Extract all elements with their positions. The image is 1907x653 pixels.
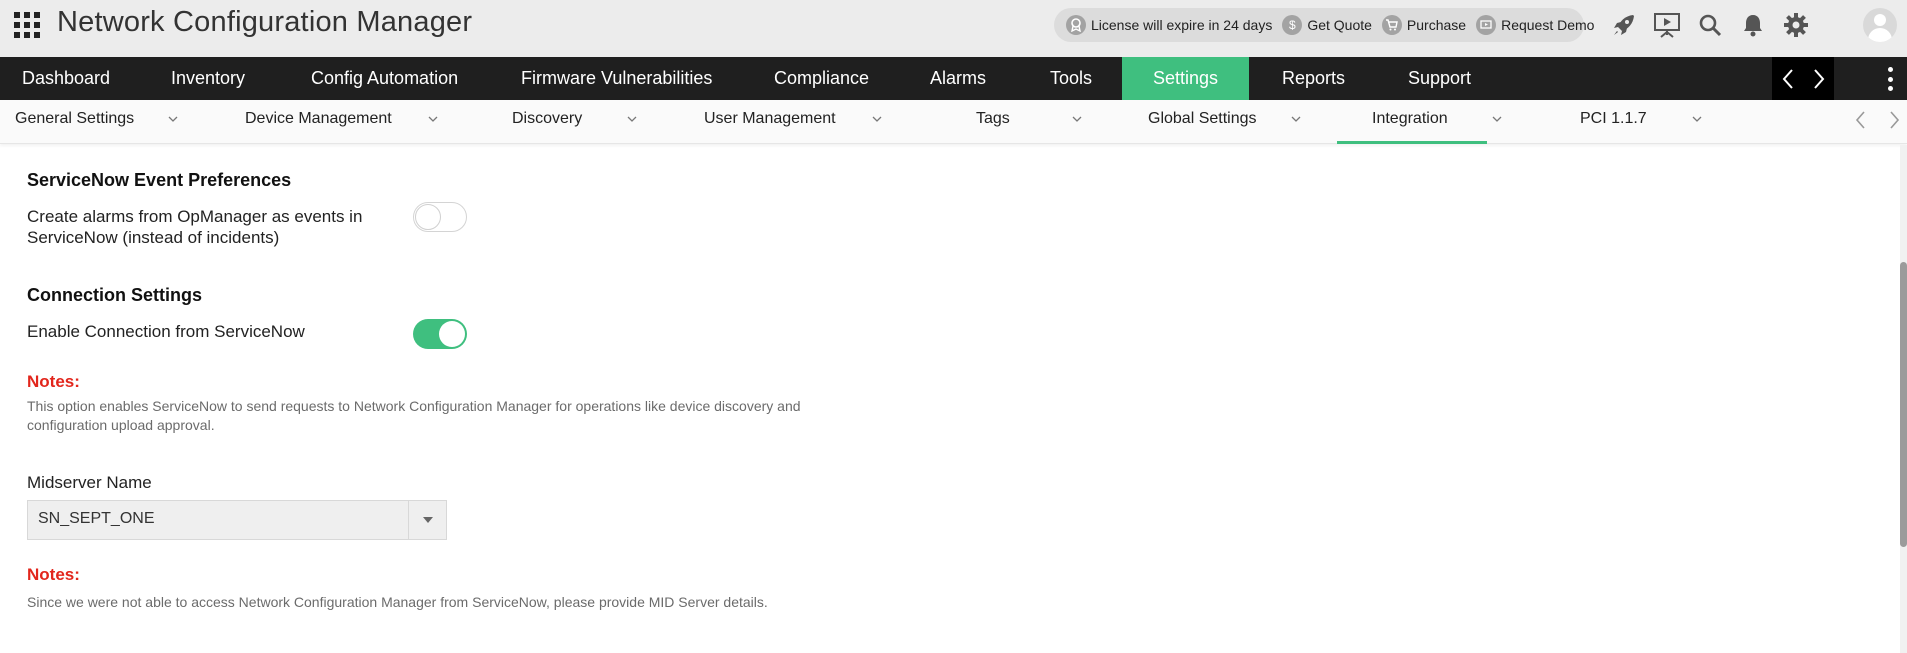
midserver-select[interactable]: SN_SEPT_ONE [27,500,447,540]
subnav-user-management[interactable]: User Management [704,100,836,144]
demo-icon [1476,15,1497,35]
active-tab-indicator [1337,141,1487,144]
gear-icon[interactable] [1774,8,1817,42]
nav-alarms[interactable]: Alarms [930,57,986,100]
subnav-general-settings[interactable]: General Settings [15,100,134,144]
nav-config-automation[interactable]: Config Automation [311,57,458,100]
notes-heading: Notes: [27,565,80,584]
purchase-link[interactable]: Purchase [1381,15,1467,35]
nav-firmware-vulnerabilities[interactable]: Firmware Vulnerabilities [521,57,712,100]
subnav-discovery[interactable]: Discovery [512,100,582,144]
chevron-left-icon[interactable] [1781,68,1795,90]
enable-connection-label: Enable Connection from ServiceNow [27,322,305,341]
request-demo-text: Request Demo [1501,17,1595,33]
nav-scroll-arrows [1772,57,1834,100]
nav-support[interactable]: Support [1408,57,1471,100]
app-grid-icon[interactable] [14,12,40,38]
chevron-down-icon[interactable] [1072,114,1082,124]
integration-content: ServiceNow Event Preferences Create alar… [0,145,1900,653]
cart-icon [1381,15,1402,35]
nav-reports[interactable]: Reports [1282,57,1345,100]
bell-icon[interactable] [1731,8,1774,42]
subnav-tags[interactable]: Tags [976,100,1010,144]
midserver-value: SN_SEPT_ONE [38,510,155,527]
nav-dashboard[interactable]: Dashboard [22,57,110,100]
license-link[interactable]: License will expire in 24 days [1066,15,1272,35]
event-preferences-title: ServiceNow Event Preferences [27,170,292,190]
enable-connection-toggle[interactable] [413,319,467,349]
notes-text: This option enables ServiceNow to send r… [27,398,801,433]
search-icon[interactable] [1688,8,1731,42]
notes-heading: Notes: [27,372,80,391]
chevron-left-icon[interactable] [1851,108,1871,132]
chevron-right-icon[interactable] [1885,108,1905,132]
create-alarms-toggle[interactable] [413,202,467,232]
subnav-pci[interactable]: PCI 1.1.7 [1580,100,1647,144]
purchase-text: Purchase [1406,17,1467,33]
get-quote-link[interactable]: $ Get Quote [1282,15,1372,35]
subnav-integration[interactable]: Integration [1372,100,1448,144]
top-header: Network Configuration Manager License wi… [0,0,1907,57]
chevron-right-icon[interactable] [1812,68,1826,90]
more-vertical-icon[interactable] [1888,67,1894,91]
notes-text: Since we were not able to access Network… [27,594,768,610]
caret-down-icon[interactable] [408,501,446,539]
chevron-down-icon[interactable] [627,114,637,124]
promo-bar: License will expire in 24 days $ Get Quo… [1054,8,1594,42]
main-nav: Dashboard Inventory Config Automation Fi… [0,57,1907,100]
license-icon [1066,15,1086,35]
toolbar-icons [1602,8,1817,42]
chevron-down-icon[interactable] [1692,114,1702,124]
app-title: Network Configuration Manager [57,6,473,38]
toggle-knob [415,204,441,230]
license-text: License will expire in 24 days [1091,17,1273,33]
toggle-knob [439,321,465,347]
chevron-down-icon[interactable] [872,114,882,124]
dollar-icon: $ [1282,15,1303,35]
request-demo-link[interactable]: Request Demo [1476,15,1594,35]
chevron-down-icon[interactable] [168,114,178,124]
nav-compliance[interactable]: Compliance [774,57,869,100]
nav-tools[interactable]: Tools [1050,57,1092,100]
subnav-global-settings[interactable]: Global Settings [1148,100,1257,144]
presentation-icon[interactable] [1645,8,1688,42]
subnav-device-management[interactable]: Device Management [245,100,392,144]
rocket-icon[interactable] [1602,8,1645,42]
nav-inventory[interactable]: Inventory [171,57,245,100]
sub-nav: General Settings Device Management Disco… [0,100,1907,144]
chevron-down-icon[interactable] [1291,114,1301,124]
get-quote-text: Get Quote [1307,17,1372,33]
user-avatar-icon[interactable] [1863,8,1897,42]
nav-settings[interactable]: Settings [1122,57,1249,100]
midserver-label: Midserver Name [27,473,152,492]
scrollbar-thumb[interactable] [1900,262,1907,547]
chevron-down-icon[interactable] [1492,114,1502,124]
chevron-down-icon[interactable] [428,114,438,124]
create-alarms-label: Create alarms from OpManager as events i… [27,207,363,247]
connection-settings-title: Connection Settings [27,285,202,305]
